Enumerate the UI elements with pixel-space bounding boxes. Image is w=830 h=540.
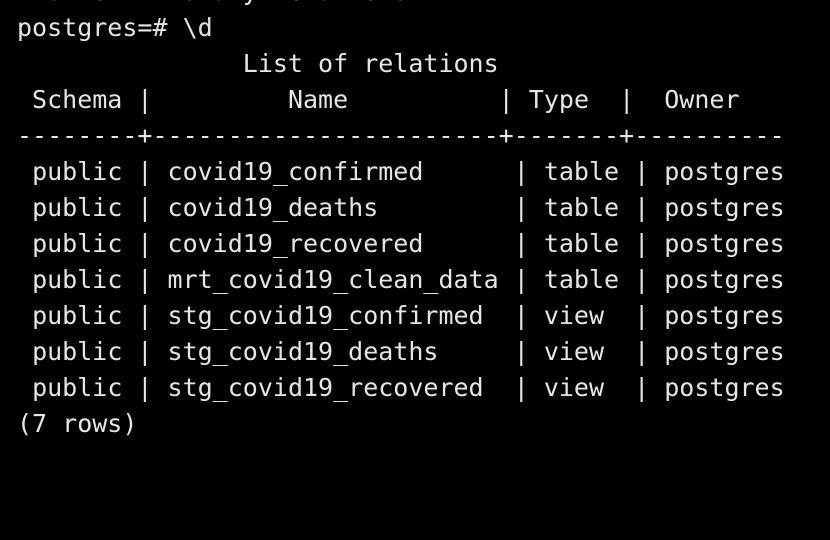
- table-row: public | covid19_recovered | table | pos…: [17, 226, 785, 262]
- cell-pad: [17, 193, 32, 222]
- table-title: List of relations: [17, 46, 499, 82]
- column-divider: |: [122, 229, 168, 258]
- column-divider: |: [122, 373, 168, 402]
- cell-type: table: [543, 265, 620, 294]
- column-divider: |: [122, 157, 168, 186]
- table-row: public | stg_covid19_recovered | view | …: [17, 370, 785, 406]
- cell-owner: postgres: [664, 373, 785, 402]
- column-divider: |: [498, 265, 544, 294]
- column-divider: |: [122, 301, 168, 330]
- cell-owner: postgres: [664, 193, 785, 222]
- table-row: public | mrt_covid19_clean_data | table …: [17, 262, 785, 298]
- cell-name: stg_covid19_recovered: [167, 373, 499, 402]
- table-title-text: List of relations: [242, 49, 499, 78]
- prompt-line[interactable]: postgres=# \d: [17, 10, 213, 46]
- table-row: public | stg_covid19_confirmed | view | …: [17, 298, 785, 334]
- column-divider: |: [122, 265, 168, 294]
- column-divider: |: [122, 337, 168, 366]
- terminal-window[interactable]: Did not find any relations. postgres=# \…: [0, 0, 830, 454]
- table-row: public | covid19_deaths | table | postgr…: [17, 190, 785, 226]
- header-owner: Owner: [634, 85, 740, 114]
- cell-schema: public: [32, 157, 123, 186]
- command-text: \d: [182, 13, 213, 42]
- prompt-text: postgres=#: [17, 13, 183, 42]
- table-header-row: Schema | Name | Type | Owner: [17, 82, 740, 118]
- table-row: public | stg_covid19_deaths | view | pos…: [17, 334, 785, 370]
- cell-schema: public: [32, 301, 123, 330]
- cell-name: stg_covid19_confirmed: [167, 301, 499, 330]
- column-divider: |: [619, 373, 665, 402]
- cell-name: stg_covid19_deaths: [167, 337, 499, 366]
- cell-type: view: [543, 373, 620, 402]
- header-schema: Schema: [17, 85, 138, 114]
- column-divider: |: [137, 85, 153, 114]
- cell-owner: postgres: [664, 337, 785, 366]
- column-divider: |: [122, 193, 168, 222]
- cell-pad: [17, 157, 32, 186]
- cell-owner: postgres: [664, 229, 785, 258]
- cell-schema: public: [32, 193, 123, 222]
- cell-schema: public: [32, 373, 123, 402]
- cell-type: table: [543, 193, 620, 222]
- column-divider: |: [619, 193, 665, 222]
- column-divider: |: [498, 301, 544, 330]
- table-title-indent: [17, 49, 243, 78]
- column-divider: |: [498, 229, 544, 258]
- cell-schema: public: [32, 265, 123, 294]
- cell-type: view: [543, 301, 620, 330]
- cell-pad: [17, 229, 32, 258]
- cell-owner: postgres: [664, 157, 785, 186]
- column-divider: |: [498, 337, 544, 366]
- table-separator: --------+-----------------------+-------…: [17, 121, 785, 150]
- column-divider: |: [619, 229, 665, 258]
- column-divider: |: [498, 157, 544, 186]
- cell-schema: public: [32, 229, 123, 258]
- table-row: public | covid19_confirmed | table | pos…: [17, 154, 785, 190]
- column-divider: |: [498, 373, 544, 402]
- column-divider: |: [619, 301, 665, 330]
- column-divider: |: [619, 337, 665, 366]
- cell-name: mrt_covid19_clean_data: [167, 265, 499, 294]
- column-divider: |: [619, 157, 665, 186]
- cell-type: table: [543, 157, 620, 186]
- cell-pad: [17, 337, 32, 366]
- column-divider: |: [619, 265, 665, 294]
- cell-pad: [17, 301, 32, 330]
- cell-type: table: [543, 229, 620, 258]
- cell-owner: postgres: [664, 265, 785, 294]
- column-divider: |: [498, 85, 514, 114]
- cell-type: view: [543, 337, 620, 366]
- clipped-output-line: Did not find any relations.: [17, 0, 423, 10]
- row-count-footer: (7 rows): [17, 409, 138, 438]
- cell-name: covid19_deaths: [167, 193, 499, 222]
- header-type: Type: [513, 85, 620, 114]
- cell-owner: postgres: [664, 301, 785, 330]
- column-divider: |: [619, 85, 635, 114]
- cell-pad: [17, 265, 32, 294]
- cell-schema: public: [32, 337, 123, 366]
- cell-name: covid19_confirmed: [167, 157, 499, 186]
- cell-pad: [17, 373, 32, 402]
- cell-name: covid19_recovered: [167, 229, 499, 258]
- column-divider: |: [498, 193, 544, 222]
- header-name: Name: [152, 85, 499, 114]
